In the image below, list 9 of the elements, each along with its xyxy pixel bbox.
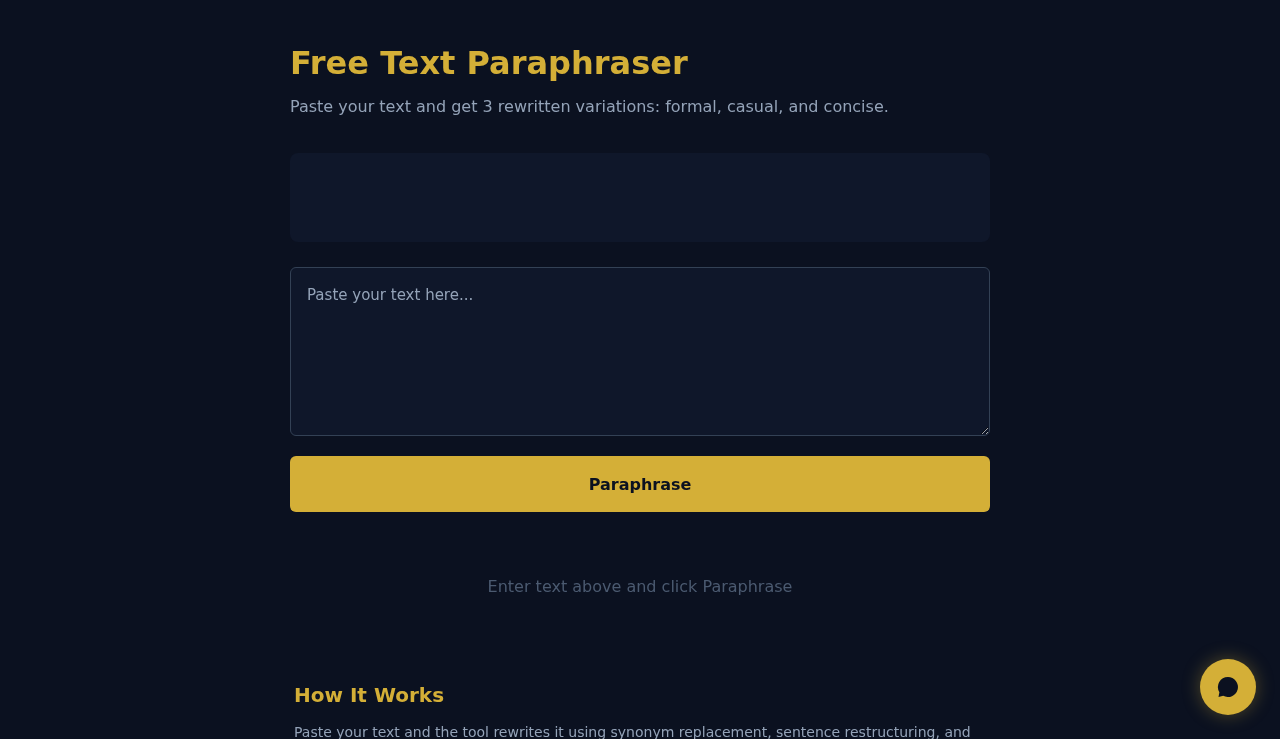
paraphrase-button[interactable]: Paraphrase (290, 456, 990, 512)
section-heading: How It Works (294, 682, 446, 709)
empty-result-message: Enter text above and click Paraphrase (486, 576, 794, 598)
page-subtitle: Paste your text and get 3 rewritten variations: formal, casual, and concise. (290, 96, 890, 118)
text-input-field[interactable]: Paste your text here... (290, 267, 990, 436)
chat-bubble-icon (1217, 676, 1239, 698)
page-title: Free Text Paraphraser (290, 43, 689, 83)
chat-button[interactable] (1200, 659, 1256, 715)
section-text: Paste your text and the tool rewrites it using synonym replacement, sentence restructuring, and (294, 723, 972, 739)
